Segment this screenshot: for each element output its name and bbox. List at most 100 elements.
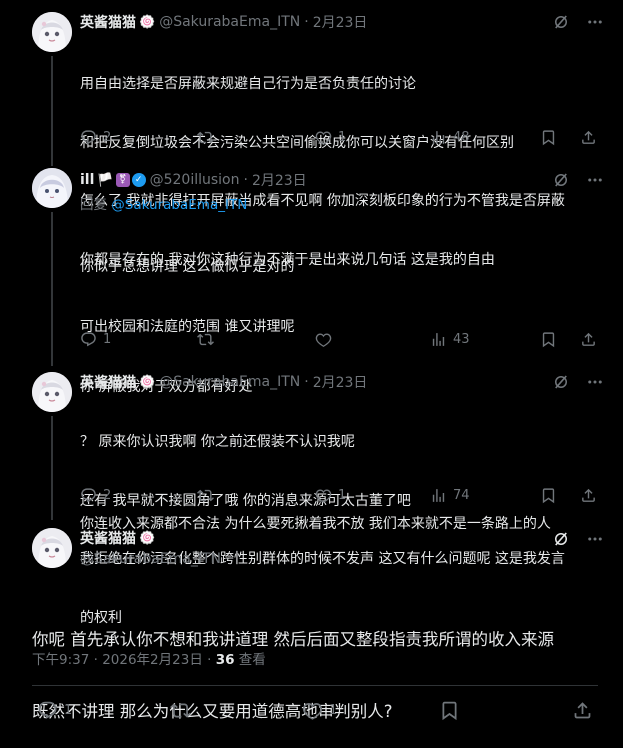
like-button[interactable]: 1	[315, 485, 346, 505]
separator-dot: ·	[304, 14, 309, 30]
user-handle[interactable]: @520illusion	[150, 172, 240, 188]
more-icon[interactable]	[586, 171, 604, 189]
user-handle[interactable]: @SakurabaEma_ITN	[159, 14, 300, 30]
bookmark-button[interactable]	[540, 485, 557, 505]
bookmark-icon	[540, 331, 557, 348]
like-icon	[315, 331, 332, 348]
reply-icon	[37, 700, 58, 721]
retweet-icon	[197, 129, 214, 146]
avatar[interactable]	[32, 372, 72, 412]
display-name[interactable]: ill	[80, 172, 94, 188]
divider	[32, 685, 598, 686]
retweet-icon	[197, 331, 214, 348]
user-handle[interactable]: @SakurabaEma_ITN	[159, 374, 300, 390]
share-button[interactable]	[580, 329, 597, 349]
share-button[interactable]	[580, 127, 597, 147]
tweet-actions: 2 1 74	[80, 485, 598, 505]
tweet-3[interactable]: 英酱猫猫 🍥 @SakurabaEma_ITN · 2月23日 ？ 原来你认识我…	[0, 366, 623, 626]
bookmark-button[interactable]	[540, 329, 557, 349]
like-icon	[315, 129, 332, 146]
tweet-text-line: ？ 原来你认识我啊 你之前还假装不认识我呢	[80, 434, 355, 450]
avatar-image	[32, 528, 72, 568]
avatar-image	[32, 372, 72, 412]
avatar-image	[32, 12, 72, 52]
bookmark-icon	[439, 700, 460, 721]
white-flag-emoji-icon: 🏳️	[97, 172, 114, 188]
retweet-icon	[170, 700, 191, 721]
views-button[interactable]: 48	[430, 127, 470, 147]
more-icon[interactable]	[586, 13, 604, 31]
reply-mention-link[interactable]: @SakurabaEma_ITN	[111, 197, 247, 213]
like-button[interactable]: 1	[302, 698, 337, 722]
thread-line	[51, 56, 53, 166]
tweet-time[interactable]: 2月23日	[313, 372, 368, 392]
tweet-time[interactable]: 2月23日	[252, 170, 307, 190]
handle-row: @SakurabaEma_ITN	[80, 549, 221, 569]
avatar[interactable]	[32, 528, 72, 568]
tweet-top-icons	[552, 171, 604, 189]
reply-button[interactable]: 1	[37, 698, 72, 722]
tweet-top-icons	[552, 530, 604, 548]
like-button[interactable]	[315, 329, 338, 349]
thread-line	[51, 416, 53, 520]
tweet-text-line: 用自由选择是否屏蔽来规避自己行为是否负责任的讨论	[80, 76, 416, 92]
reply-count: 1	[103, 331, 112, 347]
avatar[interactable]	[32, 12, 72, 52]
grok-icon[interactable]	[552, 530, 570, 548]
like-button[interactable]: 1	[315, 127, 346, 147]
share-button[interactable]	[580, 485, 597, 505]
views-count: 36	[215, 652, 235, 668]
reply-button[interactable]: 2	[80, 485, 111, 505]
display-name[interactable]: 英酱猫猫	[80, 528, 136, 548]
tweet-top-icons	[552, 373, 604, 391]
views-icon	[430, 487, 447, 504]
tweet-1[interactable]: 英酱猫猫 🍥 @SakurabaEma_ITN · 2月23日 用自由选择是否屏…	[0, 0, 623, 268]
avatar[interactable]	[32, 168, 72, 208]
grok-icon[interactable]	[552, 13, 570, 31]
transgender-symbol-icon: ⚧	[115, 173, 130, 187]
share-icon	[580, 331, 597, 348]
grok-icon[interactable]	[552, 373, 570, 391]
tweet-2[interactable]: ill 🏳️ ⚧ ✓ @520illusion · 2月23日 回复 @Saku…	[0, 160, 623, 532]
retweet-icon	[197, 487, 214, 504]
retweet-button[interactable]	[197, 485, 220, 505]
views-button[interactable]: 43	[430, 329, 470, 349]
separator-dot: ·	[304, 374, 309, 390]
like-icon	[302, 700, 323, 721]
lollipop-emoji-icon: 🍥	[139, 374, 156, 390]
tweet-timestamp[interactable]: 下午9:37 · 2026年2月23日 ·	[32, 652, 216, 668]
more-icon[interactable]	[586, 530, 604, 548]
tweet-header: 英酱猫猫 🍥 @SakurabaEma_ITN · 2月23日	[80, 372, 367, 392]
like-count: 1	[338, 487, 347, 503]
display-name[interactable]: 英酱猫猫	[80, 372, 136, 392]
grok-icon[interactable]	[552, 171, 570, 189]
more-icon[interactable]	[586, 373, 604, 391]
bookmark-button[interactable]	[439, 698, 460, 722]
share-icon	[580, 487, 597, 504]
reply-button[interactable]: 2	[80, 127, 111, 147]
retweet-button[interactable]	[170, 698, 197, 722]
tweet-header: ill 🏳️ ⚧ ✓ @520illusion · 2月23日	[80, 170, 307, 190]
retweet-button[interactable]	[197, 329, 220, 349]
tweet-header: 英酱猫猫 🍥 @SakurabaEma_ITN · 2月23日	[80, 12, 367, 32]
tweet-time[interactable]: 2月23日	[313, 12, 368, 32]
tweet-actions: 2 1 48	[80, 127, 598, 147]
user-handle[interactable]: @SakurabaEma_ITN	[80, 551, 221, 567]
lollipop-emoji-icon: 🍥	[139, 14, 156, 30]
views-button[interactable]: 74	[430, 485, 470, 505]
reply-icon	[80, 129, 97, 146]
reply-icon	[80, 331, 97, 348]
display-name[interactable]: 英酱猫猫	[80, 12, 136, 32]
bookmark-button[interactable]	[540, 127, 557, 147]
bookmark-icon	[540, 487, 557, 504]
reply-button[interactable]: 1	[80, 329, 111, 349]
main-tweet-actions: 1 1	[32, 698, 598, 722]
retweet-button[interactable]	[197, 127, 220, 147]
reply-icon	[80, 487, 97, 504]
share-icon	[572, 700, 593, 721]
share-button[interactable]	[572, 698, 593, 722]
reply-count: 1	[64, 702, 73, 718]
separator-dot: ·	[243, 172, 248, 188]
bookmark-icon	[540, 129, 557, 146]
like-count: 1	[338, 129, 347, 145]
